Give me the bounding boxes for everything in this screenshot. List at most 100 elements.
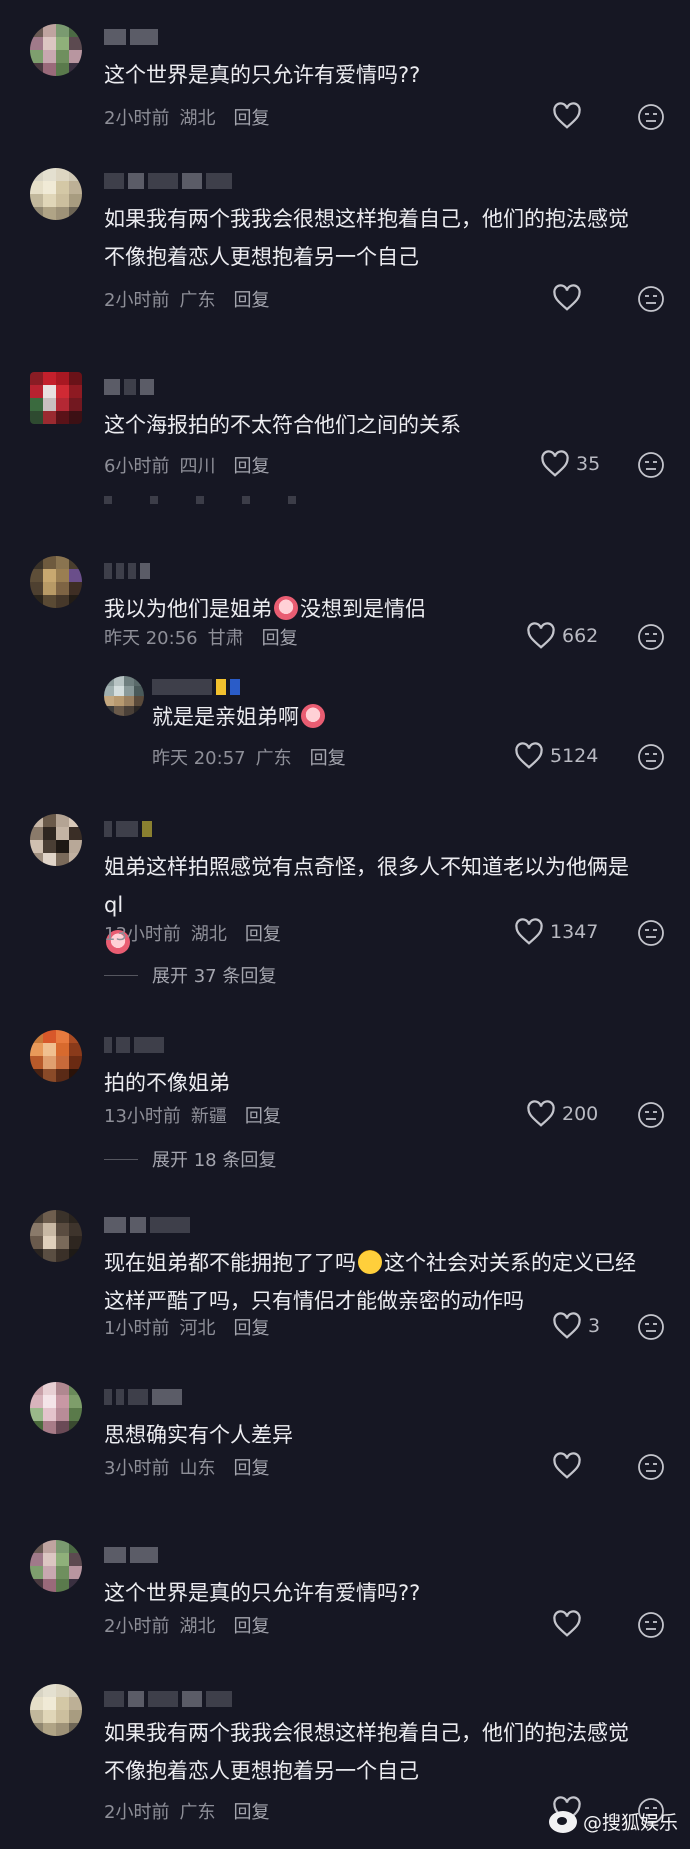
- reply-button[interactable]: 回复: [233, 104, 269, 130]
- like-button[interactable]: [552, 102, 588, 130]
- like-count: 1347: [550, 921, 599, 943]
- reply-button[interactable]: 回复: [233, 1612, 269, 1638]
- like-button[interactable]: 5124: [514, 742, 598, 770]
- like-button[interactable]: 200: [526, 1100, 598, 1128]
- comment-time: 6小时前: [104, 456, 170, 477]
- expand-replies-button[interactable]: 展开 37 条回复: [104, 962, 276, 988]
- comment-item: 这个世界是真的只允许有爱情吗?? 2小时前 湖北 回复: [0, 1540, 690, 1650]
- expand-replies-label: 展开 37 条回复: [152, 966, 277, 987]
- reply-button[interactable]: 回复: [233, 1314, 269, 1340]
- neutral-face-icon[interactable]: [636, 742, 666, 772]
- heart-icon: [527, 622, 555, 649]
- username-blurred[interactable]: [104, 816, 152, 842]
- expand-replies-button[interactable]: 展开 18 条回复: [104, 1146, 276, 1172]
- like-button[interactable]: 662: [526, 622, 598, 650]
- username-blurred[interactable]: [104, 374, 154, 400]
- username-blurred[interactable]: [104, 1384, 182, 1410]
- comment-item: 拍的不像姐弟 13小时前 新疆 回复 200 展开 18 条回复: [0, 1030, 690, 1180]
- comment-location: 广东: [255, 748, 292, 769]
- heart-icon: [515, 918, 543, 945]
- comment-meta: 1小时前 河北 回复: [104, 1314, 269, 1340]
- comment-text: 现在姐弟都不能拥抱了了吗 这个社会对关系的定义已经 这样严酷了吗，只有情侣才能做亲…: [104, 1250, 636, 1313]
- username-blurred[interactable]: [104, 1212, 190, 1238]
- comment-text: 如果我有两个我我会很想这样抱着自己，他们的抱法感觉 不像抱着恋人更想抱着另一个自…: [104, 1721, 629, 1783]
- neutral-face-icon[interactable]: [636, 284, 666, 314]
- like-button[interactable]: [552, 1452, 588, 1480]
- avatar[interactable]: [30, 24, 82, 76]
- comment-text: 这个海报拍的不太符合他们之间的关系: [104, 413, 461, 437]
- comment-time: 1小时前: [104, 1318, 170, 1339]
- reply-button[interactable]: 回复: [233, 452, 269, 478]
- avatar[interactable]: [30, 1030, 82, 1082]
- like-button[interactable]: 35: [540, 450, 600, 478]
- comment-time: 昨天 20:56: [104, 628, 198, 649]
- reply-button[interactable]: 回复: [245, 920, 281, 946]
- neutral-face-icon[interactable]: [636, 1312, 666, 1342]
- like-button[interactable]: 1347: [514, 918, 598, 946]
- reply-button[interactable]: 回复: [233, 1798, 269, 1824]
- reply-button[interactable]: 回复: [310, 744, 346, 770]
- comment-time: 13小时前: [104, 924, 181, 945]
- username-blurred[interactable]: [152, 674, 240, 700]
- reply-button[interactable]: 回复: [245, 1102, 281, 1128]
- comment-meta: 6小时前 四川 回复: [104, 452, 269, 478]
- username-blurred[interactable]: [104, 1686, 232, 1712]
- reply-item: 就是是亲姐弟啊 昨天 20:57 广东 回复 5124: [0, 676, 690, 776]
- heart-icon: [553, 1452, 581, 1479]
- username-blurred[interactable]: [104, 1032, 164, 1058]
- blurred-divider: [104, 496, 296, 504]
- avatar[interactable]: [30, 372, 82, 424]
- comment-location: 广东: [179, 290, 216, 311]
- reply-button[interactable]: 回复: [233, 286, 269, 312]
- comment-text: 这个世界是真的只允许有爱情吗??: [104, 1581, 421, 1605]
- avatar[interactable]: [30, 1210, 82, 1262]
- neutral-face-icon[interactable]: [636, 102, 666, 132]
- neutral-face-icon[interactable]: [636, 1100, 666, 1130]
- avatar[interactable]: [30, 1540, 82, 1592]
- username-blurred[interactable]: [104, 24, 158, 50]
- neutral-face-icon[interactable]: [636, 622, 666, 652]
- comment-meta: 2小时前 湖北 回复: [104, 1612, 269, 1638]
- avatar[interactable]: [30, 556, 82, 608]
- avatar[interactable]: [104, 676, 144, 716]
- username-blurred[interactable]: [104, 558, 150, 584]
- comment-item: 这个海报拍的不太符合他们之间的关系 6小时前 四川 回复 35: [0, 372, 690, 482]
- neutral-face-icon[interactable]: [636, 918, 666, 948]
- watermark-text: @搜狐娱乐: [582, 1812, 678, 1834]
- comment-location: 广东: [179, 1802, 216, 1823]
- avatar[interactable]: [30, 1684, 82, 1736]
- comment-item: 思想确实有个人差异 3小时前 山东 回复: [0, 1382, 690, 1492]
- heart-icon: [553, 1610, 581, 1637]
- username-blurred[interactable]: [104, 1542, 158, 1568]
- like-button[interactable]: [552, 284, 588, 312]
- comment-item: 我以为他们是姐弟 没想到是情侣 昨天 20:56 甘肃 回复 662: [0, 556, 690, 666]
- comment-location: 新疆: [190, 1106, 227, 1127]
- comment-location: 湖北: [179, 1616, 216, 1637]
- comment-time: 2小时前: [104, 108, 170, 129]
- reply-button[interactable]: 回复: [262, 624, 298, 650]
- like-count: 3: [588, 1315, 601, 1337]
- avatar[interactable]: [30, 1382, 82, 1434]
- comment-meta: 2小时前 湖北 回复: [104, 104, 269, 130]
- comment-meta: 3小时前 山东 回复: [104, 1454, 269, 1480]
- heart-icon: [553, 284, 581, 311]
- like-button[interactable]: [552, 1610, 588, 1638]
- comment-time: 3小时前: [104, 1458, 170, 1479]
- sad-emoji: [358, 1250, 382, 1274]
- comment-meta: 13小时前 新疆 回复: [104, 1102, 281, 1128]
- comment-item: 如果我有两个我我会很想这样抱着自己，他们的抱法感觉 不像抱着恋人更想抱着另一个自…: [0, 166, 690, 312]
- avatar[interactable]: [30, 814, 82, 866]
- comment-time: 2小时前: [104, 1802, 170, 1823]
- heart-icon: [527, 1100, 555, 1127]
- comment-item: 这个世界是真的只允许有爱情吗?? 2小时前 湖北 回复: [0, 22, 690, 132]
- comment-location: 四川: [179, 456, 216, 477]
- reply-button[interactable]: 回复: [233, 1454, 269, 1480]
- comment-meta: 2小时前 广东 回复: [104, 286, 269, 312]
- neutral-face-icon[interactable]: [636, 1610, 666, 1640]
- username-blurred[interactable]: [104, 168, 232, 194]
- like-button[interactable]: 3: [552, 1312, 600, 1340]
- neutral-face-icon[interactable]: [636, 450, 666, 480]
- neutral-face-icon[interactable]: [636, 1452, 666, 1482]
- avatar[interactable]: [30, 168, 82, 220]
- comment-time: 2小时前: [104, 290, 170, 311]
